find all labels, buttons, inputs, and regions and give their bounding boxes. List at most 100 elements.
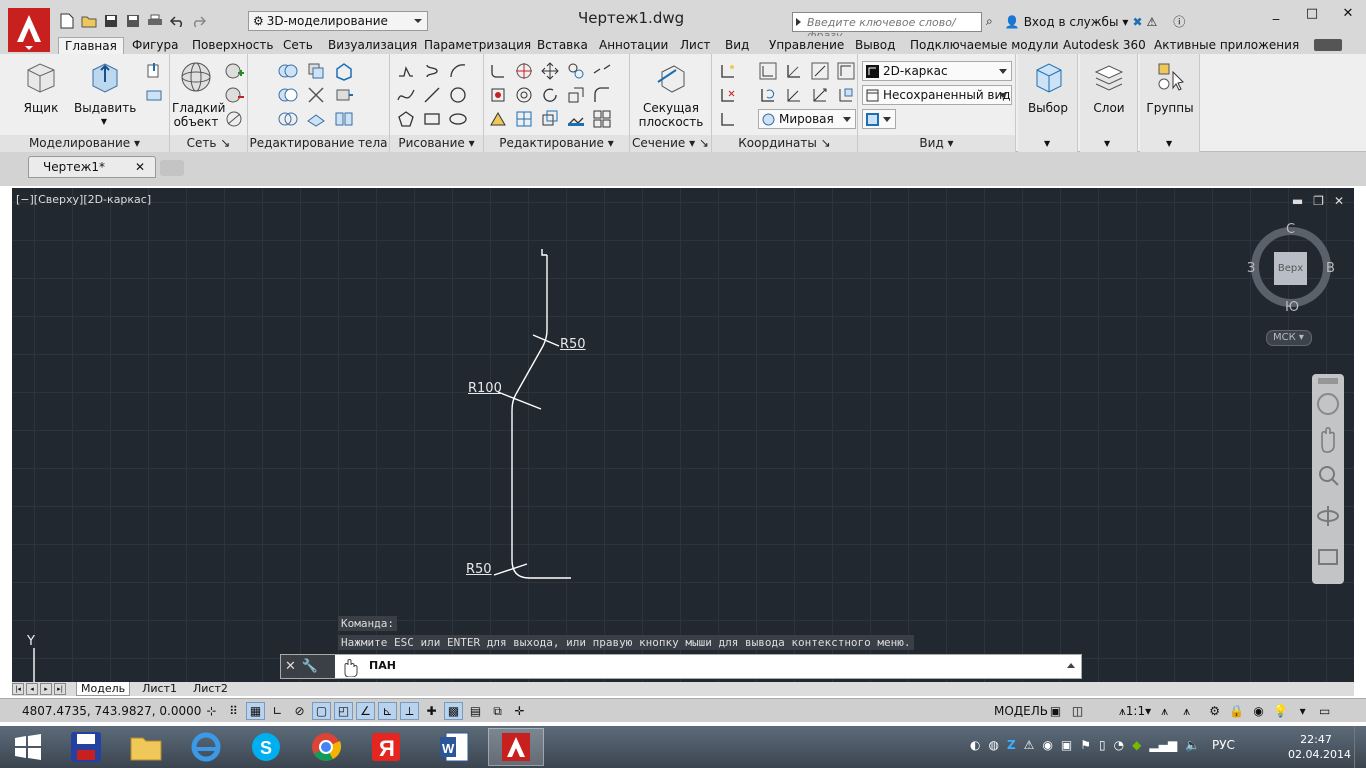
tab-autodesk360[interactable]: Autodesk 360 [1063,37,1146,54]
layers-button[interactable]: Слои [1086,60,1132,115]
viewcube-east[interactable]: В [1326,261,1335,276]
exchange-icon[interactable]: ✖ [1132,15,1142,29]
coordinate-readout[interactable]: 4807.4735, 743.9827, 0.0000 [22,704,201,718]
selection-button[interactable]: Выбор [1024,60,1072,115]
save-icon[interactable] [102,12,120,30]
copy-icon[interactable] [566,61,586,81]
panel-modeling-title[interactable]: Моделирование ▾ [0,135,169,152]
language-indicator[interactable]: РУС [1212,738,1235,752]
arc-icon[interactable] [448,61,468,81]
extract-edges-icon[interactable] [334,61,354,81]
fillet-edge-icon[interactable] [488,61,508,81]
close-icon[interactable]: ✕ [135,157,145,177]
separate-icon[interactable] [334,109,354,129]
workspace-selector[interactable]: ⚙ 3D-моделирование [248,11,428,31]
3d-scale-icon[interactable] [488,109,508,129]
pan-hand-icon[interactable] [339,657,361,677]
command-line[interactable]: ✕ 🔧 ПАН [280,654,1082,679]
dim-r50-bottom[interactable]: R50 [466,562,492,577]
last-layout-icon[interactable]: ▸| [54,683,66,695]
taskbar-app[interactable]: W [426,728,482,766]
ucs-origin-icon[interactable] [784,61,804,81]
isolate-objects-icon[interactable]: 💡 [1271,702,1290,720]
ortho-icon[interactable]: ∟ [268,702,287,720]
3d-array-icon[interactable] [514,109,534,129]
viewport-config-combo[interactable] [862,109,896,129]
thicken-icon[interactable] [306,109,326,129]
3d-rotate-icon[interactable] [514,61,534,81]
chevron-down-icon[interactable]: ▼ [1166,139,1172,148]
smooth-object-button[interactable]: Гладкий объект [172,60,225,129]
tab-annotate[interactable]: Аннотации [599,37,668,54]
rectangle-icon[interactable] [422,109,442,129]
network-activity-icon[interactable]: ◐ [970,738,980,752]
3d-osnap-icon[interactable]: ◰ [334,702,353,720]
show-desktop-button[interactable] [1354,726,1366,768]
ucs-face-icon[interactable] [836,61,856,81]
3d-align-icon[interactable] [488,85,508,105]
box-button[interactable]: Ящик [18,60,64,115]
next-layout-icon[interactable]: ▸ [40,683,52,695]
help-icon[interactable]: ⓘ [1173,13,1185,30]
start-button[interactable] [0,728,56,766]
redo-icon[interactable] [190,12,208,30]
undo-icon[interactable] [168,12,186,30]
updates-icon[interactable]: ◍ [988,738,998,752]
3d-mirror-icon[interactable] [514,85,534,105]
transparency-icon[interactable]: ▩ [444,702,463,720]
tab-home[interactable]: Главная [58,37,124,54]
signal-icon[interactable]: ▂▄▆ [1149,738,1177,752]
volume-icon[interactable]: 🔈 [1185,738,1200,752]
tab-manage[interactable]: Управление [769,37,844,54]
ucs-3point-icon[interactable] [784,85,804,105]
panel-modify-title[interactable]: Редактирование ▾ [484,135,629,152]
document-tab[interactable]: Чертеж1* ✕ [28,156,156,178]
ucs-zaxis-vector-icon[interactable] [810,85,830,105]
chevron-down-icon[interactable]: ▼ [1104,139,1110,148]
spline-icon[interactable] [396,85,416,105]
lock-icon[interactable]: 🔒 [1227,702,1246,720]
tab-surface[interactable]: Поверхность [192,37,273,54]
scale-icon[interactable] [566,85,586,105]
smooth-less-icon[interactable] [224,85,244,105]
command-input[interactable]: ПАН [369,659,396,672]
tab-parametric[interactable]: Параметризация [424,37,531,54]
ducs-icon[interactable]: ⊾ [378,702,397,720]
taskbar-app[interactable] [298,728,354,766]
viewcube-west[interactable]: З [1247,261,1255,276]
quick-view-drawings-icon[interactable]: ◫ [1068,702,1087,720]
taskbar-app[interactable] [178,728,234,766]
section-plane-button[interactable]: Секущая плоскость [636,60,706,129]
autoscale-icon[interactable]: ⩚ [1177,702,1196,720]
polygon-icon[interactable] [396,109,416,129]
quick-view-layouts-icon[interactable]: ▣ [1046,702,1065,720]
wifi-icon[interactable]: ◔ [1114,738,1124,752]
command-customize-icon[interactable]: 🔧 [302,659,318,674]
otrack-icon[interactable]: ∠ [356,702,375,720]
ucs-named-combo[interactable]: Мировая [758,109,856,129]
tab-active-apps[interactable]: Активные приложения [1154,37,1299,54]
tab-shape[interactable]: Фигура [132,37,179,54]
expand-icon[interactable] [796,18,801,26]
open-file-icon[interactable] [80,12,98,30]
drawing-geometry[interactable] [12,188,1354,682]
subtract-icon[interactable] [278,85,298,105]
saved-view-combo[interactable]: Несохраненный вид [862,85,1012,105]
model-space-toggle[interactable]: МОДЕЛЬ [994,704,1048,718]
break-icon[interactable] [592,61,612,81]
taskbar-app[interactable] [118,728,174,766]
lineweight-icon[interactable]: ✚ [422,702,441,720]
tab-insert[interactable]: Вставка [537,37,588,54]
helix-icon[interactable] [422,61,442,81]
snap-icon[interactable]: ⠿ [224,702,243,720]
offset-icon[interactable] [540,109,560,129]
minimize-button[interactable]: _ [1258,0,1294,26]
annotation-scale-icon[interactable]: ⩚ 1:1 ▾ [1118,702,1152,720]
flag-icon[interactable]: ⚑ [1080,738,1091,752]
infer-constraints-icon[interactable]: ⊹ [202,702,221,720]
maximize-button[interactable]: □ [1294,0,1330,26]
polysolid-icon[interactable] [144,85,164,105]
panel-coordinates-title[interactable]: Координаты ↘ [712,135,857,152]
line-icon[interactable] [422,85,442,105]
signin-area[interactable]: ⌕ 👤 Вход в службы ▾ ✖ ⚠ ⓘ [986,13,1185,30]
